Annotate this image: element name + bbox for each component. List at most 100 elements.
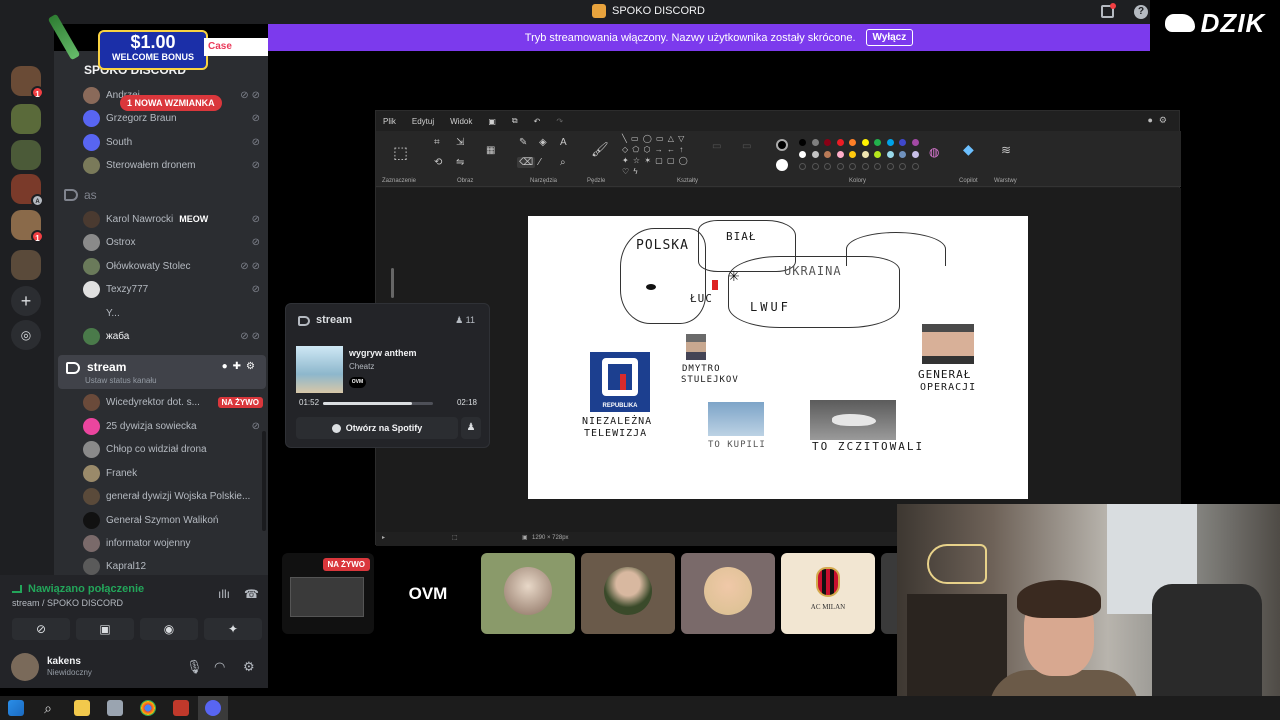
color-swatch[interactable] <box>911 139 919 146</box>
empty-color-slot[interactable] <box>874 163 881 170</box>
primary-color[interactable] <box>776 139 788 151</box>
microphone-icon[interactable]: 🎙 <box>186 659 203 675</box>
voice-user[interactable]: 25 dywizja sowiecka ⊘ <box>83 416 263 436</box>
empty-color-slot[interactable] <box>886 163 894 170</box>
color-swatch[interactable] <box>911 151 919 158</box>
empty-color-slot[interactable] <box>799 163 806 170</box>
drawing-canvas[interactable]: ✳ POLSKA BIAŁ UKRAINA ŁUC LWUF DMYTRO ST… <box>528 216 1028 499</box>
voice-channel-as[interactable]: as <box>64 185 97 205</box>
add-server-button[interactable]: + <box>11 286 41 316</box>
voice-user[interactable]: Texzy777 ⊘ <box>83 279 263 299</box>
resize-icon[interactable]: ⇲ <box>456 137 464 148</box>
help-icon[interactable]: ? <box>1134 5 1148 19</box>
soundboard-button[interactable]: ✦ <box>204 618 262 640</box>
inbox-icon[interactable] <box>1101 3 1116 18</box>
paint-top-actions[interactable]: ●⚙ <box>1147 115 1173 126</box>
voice-user[interactable]: Wicedyrektor dot. s... NA ŻYWO <box>83 392 263 412</box>
undo-icon[interactable]: ↶ <box>534 117 541 126</box>
chrome-icon[interactable] <box>140 700 156 716</box>
eraser-icon[interactable]: ⌫ <box>517 157 536 168</box>
voice-user[interactable]: жаба ⊘⊘ <box>83 326 263 346</box>
flip-icon[interactable]: ⇋ <box>456 157 464 168</box>
file-explorer-icon[interactable] <box>74 700 90 716</box>
voice-user[interactable]: Ołówkowaty Stolec ⊘⊘ <box>83 256 263 276</box>
disable-streamer-mode-button[interactable]: Wyłącz <box>865 29 914 46</box>
voice-channel-stream[interactable]: stream Ustaw status kanału ●✚⚙ <box>58 355 266 389</box>
activity-button[interactable]: ◉ <box>140 618 198 640</box>
discover-icon[interactable]: ◎ <box>11 320 41 350</box>
voice-user[interactable]: Karol Nawrocki MEOW ⊘ <box>83 209 263 229</box>
voice-user[interactable]: generał dywizji Wojska Polskie... <box>83 486 263 506</box>
selection-icon[interactable]: ⬚ <box>393 143 408 163</box>
empty-color-slot[interactable] <box>824 163 831 170</box>
app-icon[interactable] <box>173 700 189 716</box>
brush-icon[interactable]: 🖌 <box>591 141 609 158</box>
share-icon[interactable]: ⧉ <box>512 116 518 126</box>
empty-color-slot[interactable] <box>911 163 919 170</box>
color-swatch[interactable] <box>874 151 881 158</box>
color-swatch[interactable] <box>899 139 906 146</box>
image-select-icon[interactable]: ▦ <box>486 145 495 156</box>
voice-user[interactable]: Franek <box>83 463 263 483</box>
color-swatch[interactable] <box>811 151 819 158</box>
noise-suppression-icon[interactable]: ıllı <box>218 587 230 601</box>
participant-tile[interactable] <box>681 553 775 634</box>
disconnect-icon[interactable]: ☎ <box>244 587 259 601</box>
outline-icon[interactable]: ▭ <box>712 141 721 152</box>
participant-tile[interactable] <box>481 553 575 634</box>
color-swatch[interactable] <box>886 151 894 158</box>
empty-color-slot[interactable] <box>849 163 856 170</box>
channel-actions[interactable]: ●✚⚙ <box>222 361 260 372</box>
crop-icon[interactable]: ⌗ <box>434 137 440 148</box>
server-icon-3[interactable] <box>11 140 41 170</box>
gear-icon[interactable]: ⚙ <box>243 659 255 675</box>
color-swatch[interactable] <box>861 151 869 158</box>
server-icon-5[interactable]: 1 <box>11 210 44 243</box>
color-swatch[interactable] <box>849 139 856 146</box>
color-swatch[interactable] <box>824 139 831 146</box>
share-screen-button[interactable]: ▣ <box>76 618 134 640</box>
live-stream-tile[interactable]: NA ŻYWO <box>282 553 374 634</box>
menu-view[interactable]: Widok <box>450 117 472 126</box>
album-cover[interactable] <box>296 346 343 393</box>
magnifier-icon[interactable]: ⌕ <box>560 157 566 168</box>
empty-color-slot[interactable] <box>899 163 906 170</box>
color-swatch[interactable] <box>836 151 844 158</box>
color-swatch[interactable] <box>861 139 869 146</box>
empty-color-slot[interactable] <box>836 163 844 170</box>
voice-user[interactable]: Sterowałem dronem ⊘ <box>83 155 263 175</box>
start-icon[interactable] <box>8 700 24 716</box>
set-channel-status[interactable]: Ustaw status kanału <box>85 376 157 385</box>
user-name[interactable]: kakens <box>47 656 81 667</box>
empty-color-slot[interactable] <box>811 163 819 170</box>
pencil-icon[interactable]: ✎ <box>519 137 527 148</box>
voice-user[interactable]: Grzegorz Braun ⊘ <box>83 108 263 128</box>
color-swatch[interactable] <box>886 139 894 146</box>
canvas-scrollbar[interactable] <box>391 268 394 298</box>
add-friend-icon[interactable]: ♟ <box>461 417 481 439</box>
track-artist[interactable]: Cheatz <box>349 362 374 371</box>
server-icon-2[interactable] <box>11 104 41 134</box>
copilot-icon[interactable]: ◆ <box>963 141 974 158</box>
connection-channel[interactable]: stream / SPOKO DISCORD <box>12 598 123 608</box>
color-swatch[interactable] <box>811 139 819 146</box>
fill-icon[interactable]: ◈ <box>539 137 547 148</box>
menu-edit[interactable]: Edytuj <box>412 117 434 126</box>
discord-icon[interactable] <box>205 700 221 716</box>
menu-file[interactable]: Plik <box>383 117 396 126</box>
rotate-icon[interactable]: ⟲ <box>434 157 442 168</box>
secondary-color[interactable] <box>776 159 788 171</box>
participant-tile[interactable] <box>581 553 675 634</box>
server-icon-6[interactable] <box>11 250 41 280</box>
redo-icon[interactable]: ↷ <box>556 117 563 126</box>
voice-user[interactable]: Chłop co widział drona <box>83 439 263 459</box>
color-swatch[interactable] <box>874 139 881 146</box>
text-icon[interactable]: A <box>560 137 567 148</box>
server-icon-4[interactable]: A <box>11 174 44 207</box>
empty-color-slot[interactable] <box>861 163 869 170</box>
color-swatch[interactable] <box>849 151 856 158</box>
color-picker-icon[interactable]: ⁄ <box>539 157 541 168</box>
search-icon[interactable]: ⌕ <box>40 700 56 716</box>
color-swatch[interactable] <box>836 139 844 146</box>
participant-tile-milan[interactable]: AC MILAN <box>781 553 875 634</box>
